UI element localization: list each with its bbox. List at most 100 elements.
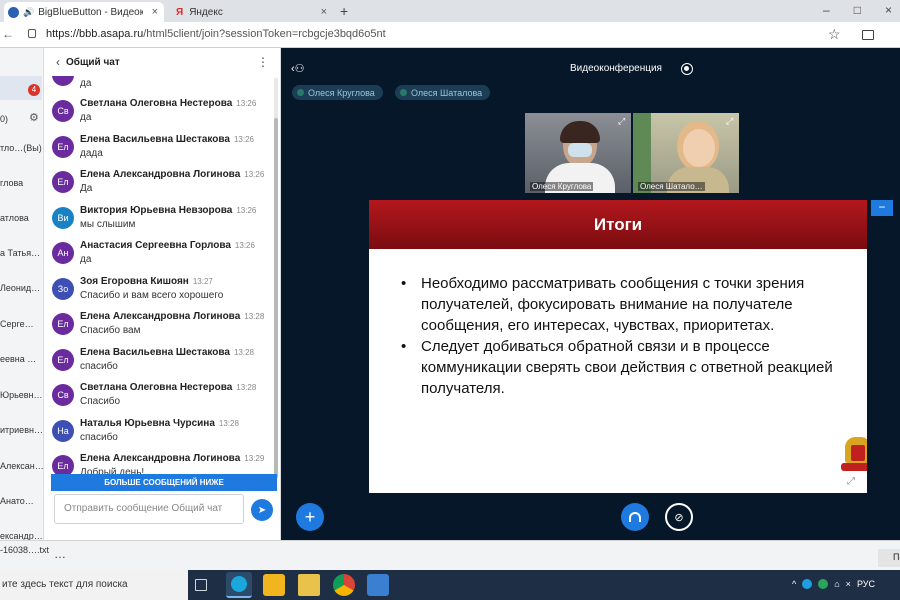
chat-message: Ел Елена Александровна Логинова 13:29 Добры… (52, 453, 272, 474)
tab-close-button[interactable]: × (146, 6, 164, 18)
message-text: мы слышим (80, 218, 136, 230)
conference-title: Видеоконференция (570, 63, 662, 74)
user-row[interactable]: Леонид… (0, 283, 43, 293)
user-row[interactable]: Алексан… (0, 461, 43, 471)
photos-app-icon[interactable] (367, 574, 389, 596)
kebab-menu-icon[interactable]: ⋮ (257, 55, 269, 69)
expand-icon[interactable]: ⤢ (726, 116, 736, 126)
speaker-icon: 🔊 (23, 6, 35, 17)
chat-message-input[interactable]: Отправить сообщение Общий чат (54, 494, 244, 524)
message-time: 13:28 (218, 418, 239, 428)
user-row[interactable]: глова (0, 178, 43, 188)
author-name: Светлана Олеговна Нестерова (80, 382, 233, 393)
taskbar-search-box[interactable]: ите здесь текст для поиска (0, 570, 188, 600)
author-name: Елена Александровна Логинова (80, 311, 241, 322)
user-row[interactable]: Юрьевн… (0, 390, 43, 400)
outlook-icon[interactable] (263, 574, 285, 596)
user-row[interactable]: а Татья… (0, 248, 43, 258)
recording-indicator-icon[interactable] (681, 63, 693, 75)
screen-share-button[interactable]: ⊘ (665, 503, 693, 531)
volume-mute-icon[interactable]: × (846, 579, 851, 589)
minimize-window-button[interactable]: – (823, 3, 830, 17)
taskbar-search-text: ите здесь текст для поиска (2, 579, 128, 590)
user-list-toggle-icon[interactable]: ‹⚇ (291, 62, 305, 75)
download-more-button[interactable]: … (54, 547, 66, 561)
plus-icon: + (304, 507, 316, 527)
chrome-icon[interactable] (333, 574, 355, 596)
message-text: дада (80, 147, 103, 159)
user-row[interactable]: Серге… (0, 319, 43, 329)
downloads-right-button[interactable]: По (878, 549, 900, 567)
message-author: Зоя Егоровна Кишоян 13:27 (80, 276, 213, 287)
headphones-icon (629, 512, 641, 522)
video-tile[interactable]: ⤢ Олеся Круглова (525, 113, 631, 193)
file-explorer-icon[interactable] (298, 574, 320, 596)
chat-message: Ел Елена Васильевна Шестакова 13:26 дада (52, 134, 272, 168)
message-time: 13:26 (233, 134, 255, 144)
download-file-name[interactable]: -16038….txt (0, 545, 49, 555)
message-author: Елена Александровна Логинова 13:29 (80, 453, 264, 464)
tab-close-button[interactable]: × (315, 6, 333, 18)
presenter-pill: Олеся Шаталова (395, 85, 491, 100)
message-author: Елена Васильевна Шестакова 13:26 (80, 134, 254, 145)
user-row[interactable]: еевна … (0, 354, 43, 364)
browser-tab-bar: 🔊 BigBlueButton - Видеоконф × Я Яндекс ×… (0, 0, 900, 22)
avatar (52, 76, 74, 86)
yandex-logo-icon: Я (176, 6, 184, 18)
scrollbar-thumb[interactable] (274, 118, 278, 478)
input-language[interactable]: РУС (857, 579, 875, 589)
maximize-window-button[interactable]: □ (854, 3, 861, 17)
bookmark-star-icon[interactable]: ☆ (828, 26, 841, 43)
chat-message: Ел Елена Александровна Логинова 13:26 Да (52, 169, 272, 203)
fullscreen-icon[interactable]: ⤢ (847, 476, 855, 487)
actions-plus-button[interactable]: + (296, 503, 324, 531)
users-panel: 4 0) ⚙ тло…(Вы) глова атлова а Татья… Ле… (0, 48, 44, 570)
task-view-icon[interactable] (195, 579, 207, 591)
presenter-name: Олеся Круглова (308, 87, 375, 98)
lock-icon (28, 29, 36, 38)
message-author: Анастасия Сергеевна Горлова 13:26 (80, 240, 255, 251)
chevron-up-icon[interactable]: ^ (792, 579, 796, 589)
chat-title: Общий чат (66, 56, 120, 68)
message-time: 13:28 (236, 383, 257, 392)
avatar: Ел (52, 313, 74, 335)
network-icon[interactable] (818, 579, 829, 589)
message-author: Наталья Юрьевна Чурсина 13:28 (80, 418, 239, 429)
video-tile[interactable]: ⤢ Олеся Шатало… (633, 113, 739, 193)
user-row[interactable]: атлова (0, 213, 43, 223)
chat-scrollbar[interactable] (274, 78, 278, 478)
audio-headphones-button[interactable] (621, 503, 649, 531)
settings-gear-icon[interactable]: ⚙ (29, 111, 39, 124)
avatar: Ел (52, 171, 74, 193)
author-name: Светлана Олеговна Нестерова (80, 98, 233, 109)
collections-icon[interactable] (862, 30, 874, 40)
author-name: Елена Васильевна Шестакова (80, 346, 230, 358)
back-button[interactable]: ← (2, 27, 14, 41)
message-text: да (80, 254, 92, 265)
video-label: Олеся Круглова (530, 182, 594, 191)
chat-panel: ‹ Общий чат ⋮ да Св Светлана Олеговна Нес… (44, 48, 281, 570)
skype-icon[interactable] (802, 579, 813, 589)
avatar: Ел (52, 348, 74, 371)
more-messages-button[interactable]: БОЛЬШЕ СООБЩЕНИЙ НИЖЕ (51, 474, 277, 491)
close-window-button[interactable]: × (885, 3, 892, 17)
expand-icon[interactable]: ⤢ (618, 116, 628, 126)
chevron-left-icon[interactable]: ‹ (56, 55, 60, 69)
new-tab-button[interactable]: + (340, 3, 348, 19)
volume-icon[interactable]: ⌂ (834, 579, 839, 589)
user-row[interactable]: тло…(Вы) (0, 143, 43, 153)
edge-browser-icon[interactable] (226, 572, 252, 598)
url-host: https://bbb.asapa.ru (46, 28, 144, 40)
minimize-presentation-button[interactable]: − (871, 200, 893, 216)
send-button[interactable]: ➤ (251, 499, 273, 521)
url-field[interactable]: https://bbb.asapa.ru/html5client/join?se… (46, 28, 386, 40)
slide-bullet: Необходимо рассматривать сообщения с точ… (399, 273, 854, 336)
user-row[interactable]: Анато… (0, 496, 43, 506)
talking-indicator-icon (400, 89, 407, 96)
presentation-slide: Итоги Необходимо рассматривать сообщения… (369, 200, 867, 493)
user-row[interactable]: итриевн… (0, 425, 43, 435)
tab-yandex[interactable]: Я Яндекс × (168, 2, 333, 22)
tab-bigbluebutton[interactable]: 🔊 BigBlueButton - Видеоконф × (4, 2, 164, 22)
author-name: Зоя Егоровна Кишоян (80, 275, 189, 287)
avatar: Ан (52, 242, 74, 264)
